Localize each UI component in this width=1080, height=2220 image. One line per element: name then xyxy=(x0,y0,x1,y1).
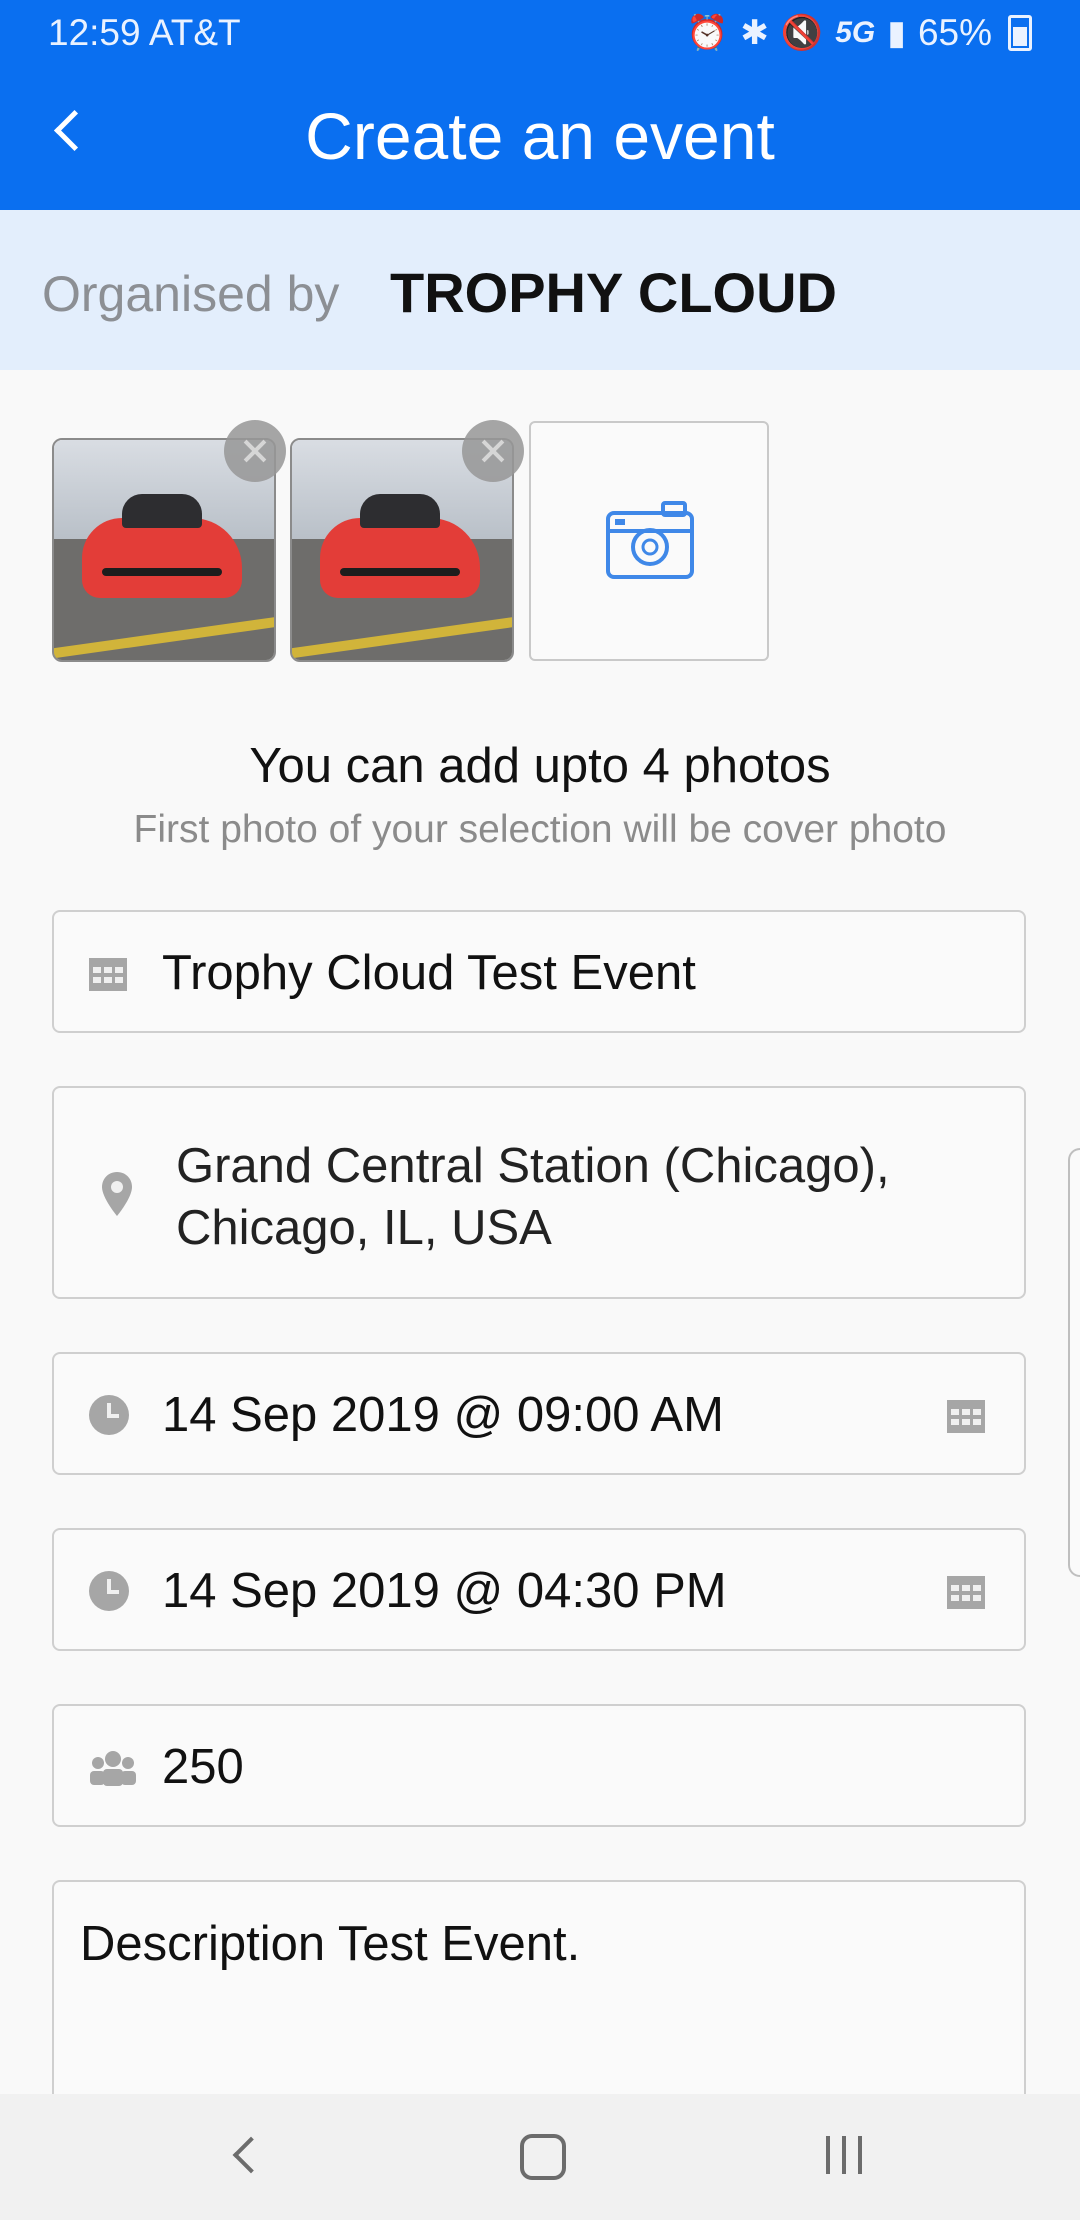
remove-photo-1-button[interactable] xyxy=(224,420,286,482)
alarm-icon: ⏰ xyxy=(686,14,729,52)
event-name-value: Trophy Cloud Test Event xyxy=(162,946,696,1000)
app-bar: 12:59 AT&T ⏰ ✱ 🔇 5G ▮ 65% Create an even… xyxy=(0,0,1080,210)
organiser-label: Organised by xyxy=(42,266,340,322)
description-field[interactable]: Description Test Event. xyxy=(52,1880,1026,2120)
start-datetime-value: 14 Sep 2019 @ 09:00 AM xyxy=(162,1388,724,1442)
status-left: 12:59 AT&T xyxy=(48,12,241,54)
people-icon xyxy=(90,1751,136,1786)
remove-photo-2-button[interactable] xyxy=(462,420,524,482)
capacity-value: 250 xyxy=(162,1740,244,1794)
system-nav-bar xyxy=(0,2094,1080,2220)
signal-icon: ▮ xyxy=(887,14,906,52)
calendar-icon[interactable] xyxy=(946,1396,986,1434)
nav-back-icon[interactable] xyxy=(228,2138,262,2172)
location-field[interactable]: Grand Central Station (Chicago), Chicago… xyxy=(52,1086,1026,1299)
add-photo-button[interactable] xyxy=(529,421,769,661)
organiser-name: TROPHY CLOUD xyxy=(390,261,837,324)
location-line1: Grand Central Station (Chicago), xyxy=(176,1139,890,1193)
cover-photo-hint: First photo of your selection will be co… xyxy=(133,808,947,851)
nav-home-icon[interactable] xyxy=(520,2134,566,2180)
network-type: 5G xyxy=(835,16,876,49)
end-datetime-value: 14 Sep 2019 @ 04:30 PM xyxy=(162,1564,727,1618)
organiser-band: Organised by TROPHY CLOUD xyxy=(0,210,1080,370)
event-name-field[interactable]: Trophy Cloud Test Event xyxy=(52,910,1026,1033)
battery-percent: 65% xyxy=(917,12,992,53)
mute-icon: 🔇 xyxy=(780,14,824,52)
description-value: Description Test Event. xyxy=(80,1917,581,1971)
calendar-icon xyxy=(89,958,127,991)
end-datetime-field[interactable]: 14 Sep 2019 @ 04:30 PM xyxy=(52,1528,1026,1651)
nav-recents-icon[interactable] xyxy=(826,2136,862,2174)
clock-icon xyxy=(89,1571,129,1611)
scroll-handle[interactable] xyxy=(1068,1148,1080,1577)
camera-icon xyxy=(606,501,694,579)
battery-icon xyxy=(1008,15,1032,51)
page-title: Create an event xyxy=(305,99,775,173)
status-carrier: AT&T xyxy=(148,12,241,53)
location-line2: Chicago, IL, USA xyxy=(176,1201,552,1255)
calendar-icon[interactable] xyxy=(946,1572,986,1610)
capacity-field[interactable]: 250 xyxy=(52,1704,1026,1827)
clock-icon xyxy=(89,1395,129,1435)
photo-limit-note: You can add upto 4 photos xyxy=(249,739,831,793)
bluetooth-icon: ✱ xyxy=(740,14,769,52)
location-pin-icon xyxy=(102,1172,132,1216)
status-bar: 12:59 AT&T ⏰ ✱ 🔇 5G ▮ 65% xyxy=(0,0,1080,68)
status-right: ⏰ ✱ 🔇 5G ▮ 65% xyxy=(686,12,1032,54)
start-datetime-field[interactable]: 14 Sep 2019 @ 09:00 AM xyxy=(52,1352,1026,1475)
status-time: 12:59 xyxy=(48,12,141,53)
